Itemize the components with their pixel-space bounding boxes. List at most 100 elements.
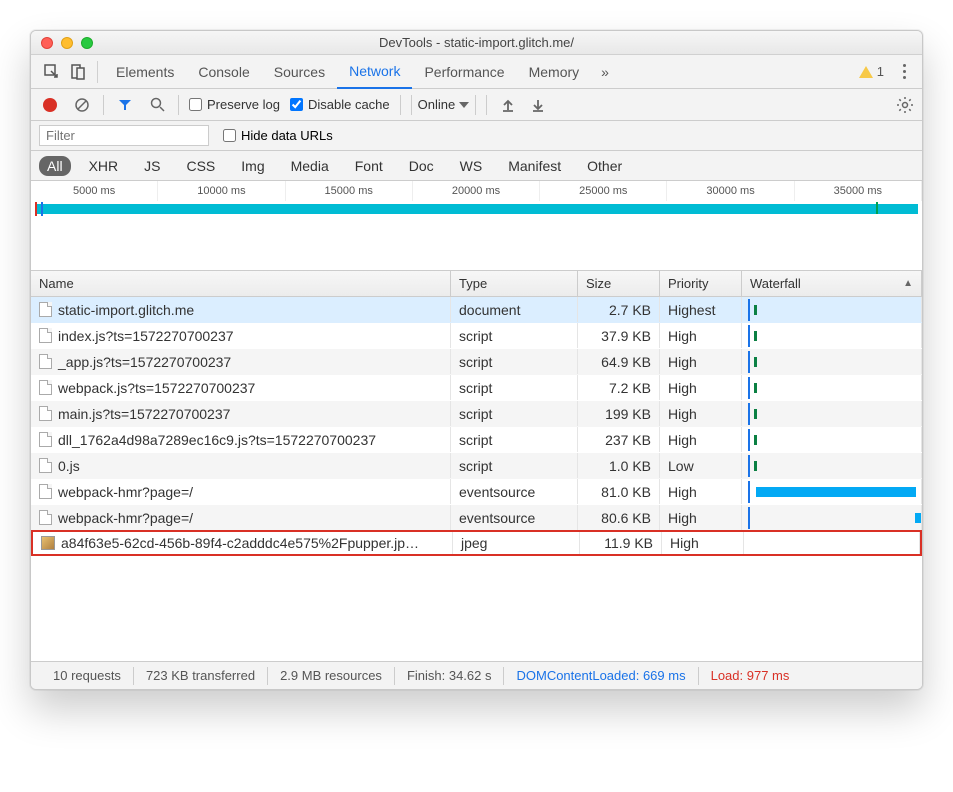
more-tabs-icon[interactable]: » [591,64,619,80]
cell-size: 2.7 KB [578,297,660,322]
type-filter-media[interactable]: Media [283,156,337,176]
tab-memory[interactable]: Memory [517,55,592,89]
cell-name: dll_1762a4d98a7289ec16c9.js?ts=157227070… [31,427,451,452]
cell-type: script [451,349,578,374]
panel-tabs: Elements Console Sources Network Perform… [31,55,922,89]
inspect-icon[interactable] [39,59,65,85]
cell-type: script [451,401,578,426]
cell-size: 11.9 KB [580,532,662,554]
cell-priority: High [660,427,742,452]
type-filter-js[interactable]: JS [136,156,168,176]
preserve-log-checkbox[interactable]: Preserve log [189,97,280,112]
preserve-log-input[interactable] [189,98,202,111]
close-icon[interactable] [41,37,53,49]
col-size[interactable]: Size [578,271,660,296]
cell-type: script [451,375,578,400]
timeline-overview[interactable]: 5000 ms10000 ms15000 ms20000 ms25000 ms3… [31,181,922,271]
table-row[interactable]: static-import.glitch.medocument2.7 KBHig… [31,297,922,323]
status-transferred: 723 KB transferred [134,667,268,685]
table-row[interactable]: index.js?ts=1572270700237script37.9 KBHi… [31,323,922,349]
type-filter-img[interactable]: Img [233,156,272,176]
cell-size: 7.2 KB [578,375,660,400]
tab-network[interactable]: Network [337,55,412,89]
filter-toggle-icon[interactable] [114,94,136,116]
col-type[interactable]: Type [451,271,578,296]
table-row[interactable]: 0.jsscript1.0 KBLow [31,453,922,479]
tab-performance[interactable]: Performance [412,55,516,89]
hide-urls-input[interactable] [223,129,236,142]
cell-priority: High [660,349,742,374]
timeline-tick: 25000 ms [540,181,667,201]
image-file-icon [41,536,55,550]
cell-type: script [451,427,578,452]
window-title: DevTools - static-import.glitch.me/ [31,35,922,50]
table-row[interactable]: webpack-hmr?page=/eventsource81.0 KBHigh [31,479,922,505]
status-requests: 10 requests [41,667,134,685]
type-filter-all[interactable]: All [39,156,71,176]
col-name[interactable]: Name [31,271,451,296]
cell-priority: High [660,505,742,530]
tab-console[interactable]: Console [186,55,261,89]
cell-size: 199 KB [578,401,660,426]
cell-waterfall [742,505,922,530]
table-row[interactable]: main.js?ts=1572270700237script199 KBHigh [31,401,922,427]
status-domcontentloaded: DOMContentLoaded: 669 ms [504,667,698,685]
cell-name: a84f63e5-62cd-456b-89f4-c2adddc4e575%2Fp… [33,532,453,554]
clear-button[interactable] [71,94,93,116]
cell-size: 64.9 KB [578,349,660,374]
upload-har-icon[interactable] [497,94,519,116]
disable-cache-checkbox[interactable]: Disable cache [290,97,390,112]
warnings-badge[interactable]: 1 [859,64,884,79]
cell-name: 0.js [31,453,451,478]
table-row[interactable]: a84f63e5-62cd-456b-89f4-c2adddc4e575%2Fp… [31,530,922,556]
col-waterfall[interactable]: Waterfall▲ [742,271,922,296]
type-filter-other[interactable]: Other [579,156,630,176]
hide-data-urls-checkbox[interactable]: Hide data URLs [223,128,333,143]
type-filter-ws[interactable]: WS [452,156,491,176]
cell-type: document [451,297,578,322]
timeline-tick: 35000 ms [795,181,922,201]
table-row[interactable]: dll_1762a4d98a7289ec16c9.js?ts=157227070… [31,427,922,453]
search-icon[interactable] [146,94,168,116]
type-filter-css[interactable]: CSS [178,156,223,176]
cell-size: 237 KB [578,427,660,452]
request-table: Name Type Size Priority Waterfall▲ stati… [31,271,922,661]
table-row[interactable]: webpack-hmr?page=/eventsource80.6 KBHigh [31,505,922,531]
table-row[interactable]: webpack.js?ts=1572270700237script7.2 KBH… [31,375,922,401]
col-priority[interactable]: Priority [660,271,742,296]
cell-priority: High [660,375,742,400]
cell-name: static-import.glitch.me [31,297,451,322]
cell-type: jpeg [453,532,580,554]
cell-waterfall [742,297,922,322]
settings-menu-icon[interactable] [894,62,914,82]
file-icon [39,406,52,421]
filter-input[interactable] [39,125,209,146]
record-button[interactable] [39,94,61,116]
type-filter-doc[interactable]: Doc [401,156,442,176]
file-icon [39,458,52,473]
file-icon [39,328,52,343]
titlebar: DevTools - static-import.glitch.me/ [31,31,922,55]
gear-icon[interactable] [896,96,914,114]
type-filter-font[interactable]: Font [347,156,391,176]
type-filter-xhr[interactable]: XHR [81,156,127,176]
disable-cache-input[interactable] [290,98,303,111]
cell-priority: High [660,323,742,348]
warning-icon [859,66,873,78]
type-filter-manifest[interactable]: Manifest [500,156,569,176]
throttle-select[interactable]: Online [411,95,477,115]
cell-priority: Highest [660,297,742,322]
device-icon[interactable] [65,59,91,85]
minimize-icon[interactable] [61,37,73,49]
table-row[interactable]: _app.js?ts=1572270700237script64.9 KBHig… [31,349,922,375]
table-header: Name Type Size Priority Waterfall▲ [31,271,922,297]
window-controls [31,37,93,49]
download-har-icon[interactable] [527,94,549,116]
cell-priority: High [660,479,742,504]
maximize-icon[interactable] [81,37,93,49]
file-icon [39,484,52,499]
tab-elements[interactable]: Elements [104,55,186,89]
file-icon [39,380,52,395]
tab-sources[interactable]: Sources [262,55,337,89]
chevron-down-icon [459,102,469,108]
